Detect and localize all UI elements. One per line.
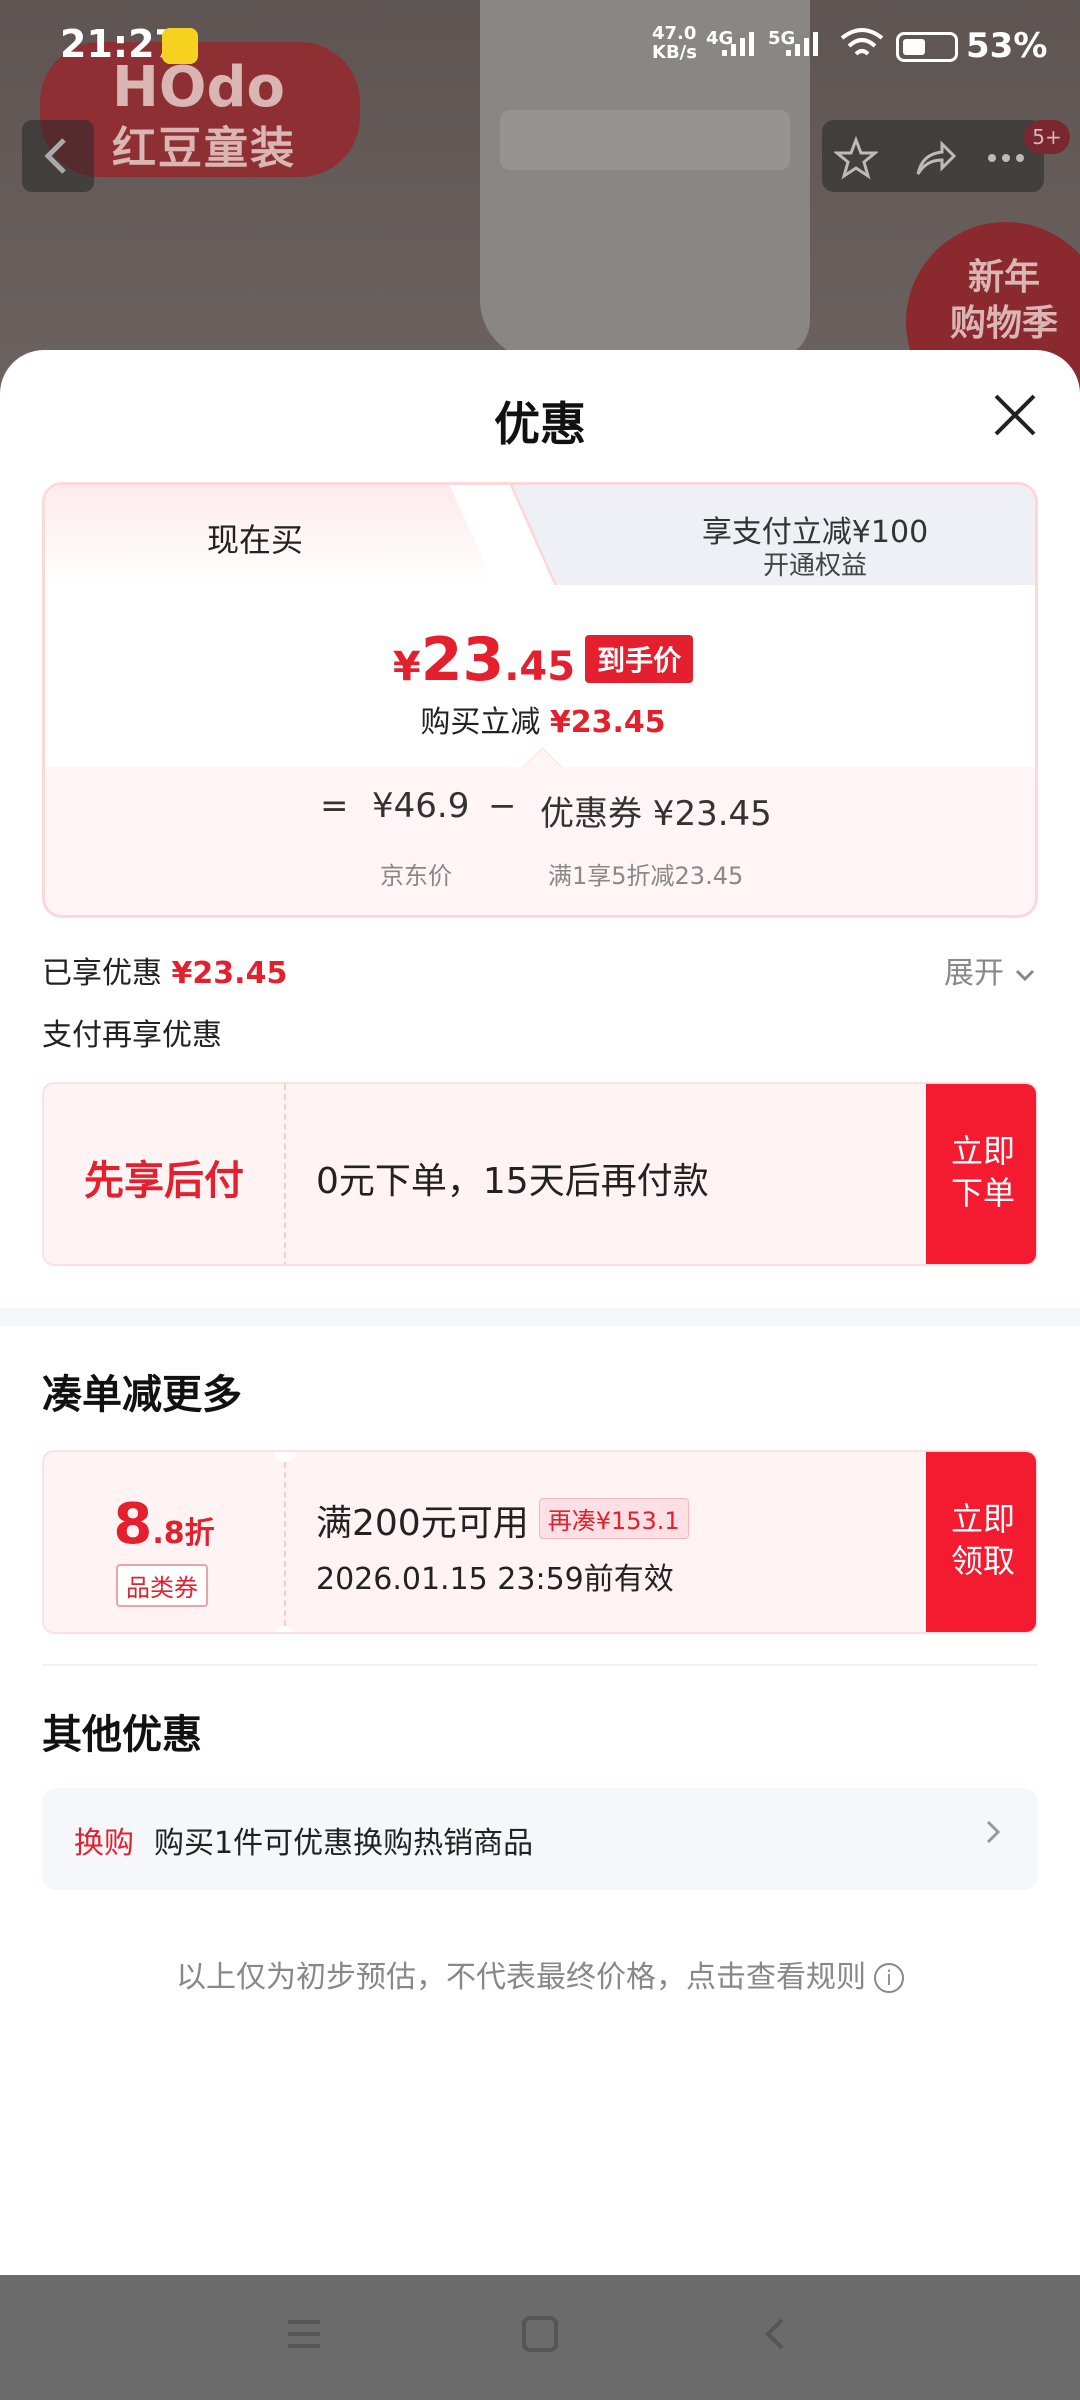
coupon-gap-tag: 再凑¥153.1 xyxy=(538,1498,689,1539)
order-now-button[interactable]: 立即 下单 xyxy=(926,1084,1036,1264)
wifi-icon xyxy=(840,28,884,56)
app-notification-icon xyxy=(162,28,198,64)
coupon-condition: 满200元可用 再凑¥153.1 xyxy=(316,1494,689,1546)
info-icon: i xyxy=(874,1963,904,1993)
net-speed: 47.0 KB/s xyxy=(652,23,697,63)
tab-buy-now-label: 现在买 xyxy=(206,521,303,559)
status-bar: 21:27 47.0 KB/s 4G 5G 53% xyxy=(0,0,1080,92)
menu-icon[interactable] xyxy=(284,2314,324,2354)
brand-subtitle: 红豆童装 xyxy=(112,123,296,174)
bnpl-desc: 0元下单，15天后再付款 xyxy=(316,1161,709,1202)
signal-bars-2-icon xyxy=(786,32,818,56)
coupon-card: 8.8折 品类券 满200元可用 再凑¥153.1 2026.01.15 23:5… xyxy=(42,1450,1038,1634)
instant-discount: 购买立减 ¥23.45 xyxy=(420,705,666,740)
home-icon[interactable] xyxy=(520,2314,560,2354)
enjoyed-discount: 已享优惠 ¥23.45 xyxy=(42,956,288,991)
sheet-title: 优惠 xyxy=(494,397,586,451)
tab-pay-discount-sub: 开通权益 xyxy=(762,551,867,581)
signal-bars-1-icon xyxy=(722,32,754,56)
more-icon[interactable] xyxy=(984,136,1028,180)
battery-icon xyxy=(896,32,958,62)
bnpl-title: 先享后付 xyxy=(84,1158,244,1204)
close-icon[interactable] xyxy=(990,390,1040,440)
section-divider xyxy=(0,1308,1080,1326)
chevron-down-icon xyxy=(1015,969,1034,982)
star-icon[interactable] xyxy=(834,136,878,180)
jd-price-label: 京东价 xyxy=(380,862,452,890)
promo-text: 新年 购物季 xyxy=(950,257,1059,344)
pay-more-label: 支付再享优惠 xyxy=(42,1018,222,1053)
divider xyxy=(42,1664,1038,1666)
buy-now-pay-later-card: 先享后付 0元下单，15天后再付款 立即 下单 xyxy=(42,1082,1038,1266)
cart-badge: 5+ xyxy=(1024,120,1070,154)
trade-in-tag: 换购 xyxy=(74,1826,134,1861)
other-discount-title: 其他优惠 xyxy=(42,1712,202,1758)
final-price-tag: 到手价 xyxy=(585,635,694,683)
chevron-right-icon xyxy=(986,1820,1001,1844)
back-icon xyxy=(44,138,66,174)
expand-button[interactable]: 展开 xyxy=(944,948,1036,992)
coupon-type-tag: 品类券 xyxy=(116,1564,208,1607)
final-price: ¥23.45 到手价 xyxy=(45,625,1035,695)
coupon-discount: 8.8折 xyxy=(113,1492,215,1557)
claim-coupon-button[interactable]: 立即 领取 xyxy=(926,1452,1036,1632)
coupon-amount: 优惠券 ¥23.45 xyxy=(540,794,772,834)
nav-back-icon[interactable] xyxy=(756,2314,796,2354)
disclaimer-link[interactable]: 以上仅为初步预估，不代表最终价格，点击查看规则 i xyxy=(0,1952,1080,1996)
share-icon[interactable] xyxy=(912,136,956,180)
coupon-validity: 2026.01.15 23:59前有效 xyxy=(316,1562,674,1597)
back-button[interactable] xyxy=(22,120,94,192)
jd-price: ¥46.9 xyxy=(372,786,470,826)
trade-in-row[interactable]: 换购 购买1件可优惠换购热销商品 xyxy=(42,1788,1038,1890)
trade-in-text: 购买1件可优惠换购热销商品 xyxy=(154,1826,534,1861)
coupon-rule-label: 满1享5折减23.45 xyxy=(548,862,744,890)
price-card: 现在买 享支付立减¥100 开通权益 ¥23.45 到手价 购买立减 ¥23.45 xyxy=(42,482,1038,918)
more-discount-title: 凑单减更多 xyxy=(42,1372,242,1418)
battery-percent: 53% xyxy=(966,26,1048,66)
